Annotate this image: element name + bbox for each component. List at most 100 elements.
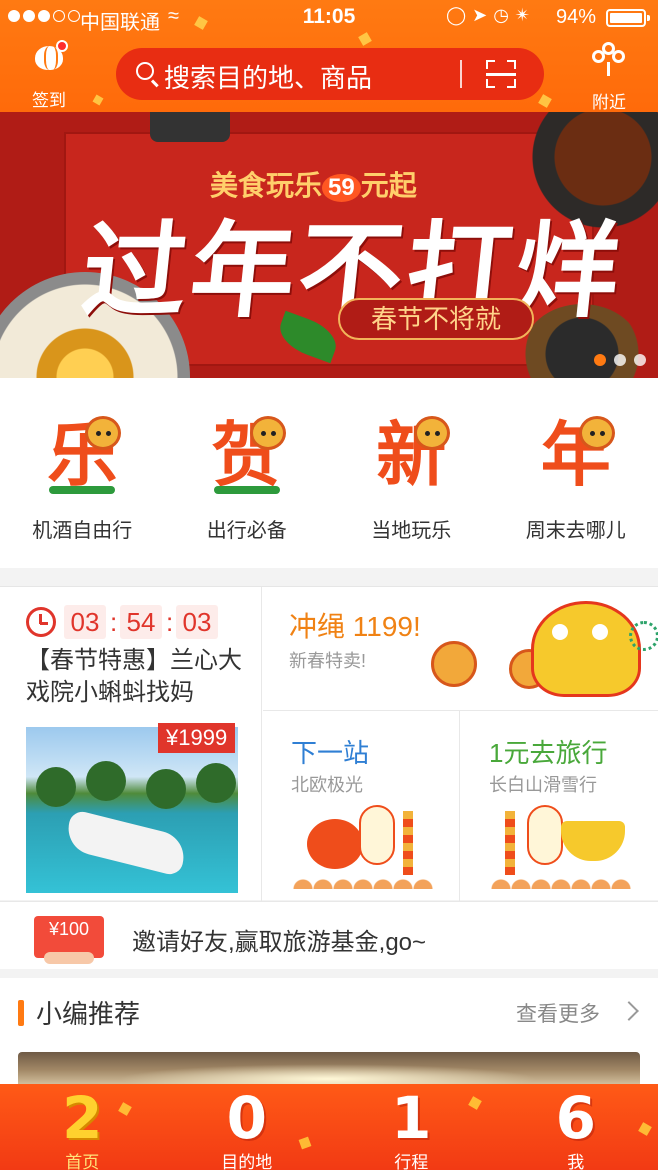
search-icon [136, 62, 154, 80]
confetti-decoration [538, 94, 552, 108]
category-travel-essentials[interactable]: 贺 出行必备 [165, 378, 330, 568]
deals-section: 03 : 54 : 03 【春节特惠】兰心大戏院小蝌蚪找妈 ¥1999 冲绳 1… [0, 586, 658, 901]
nearby-button[interactable]: 附近 [576, 42, 642, 112]
monkey-face [249, 416, 286, 450]
monkey-face [578, 416, 615, 450]
promo-card-title: 1元去旅行 [489, 738, 608, 768]
monkey-face [414, 416, 451, 450]
chevron-right-icon[interactable] [619, 1001, 639, 1021]
one-yuan-travel-card[interactable]: 1元去旅行 长白山滑雪行 [461, 711, 658, 901]
firecracker-illustration [403, 811, 413, 875]
gold-ingot-illustration [561, 821, 625, 861]
flash-deal-price: ¥1999 [158, 723, 236, 753]
category-weekend[interactable]: 年 周末去哪儿 [494, 378, 658, 568]
tab-label: 行程 [394, 1153, 429, 1170]
section-title: 小编推荐 [36, 999, 141, 1029]
promo-card-title: 下一站 [291, 738, 370, 768]
pool-float [62, 809, 190, 877]
category-label: 机酒自由行 [32, 520, 133, 542]
tab-destination[interactable]: 0 目的地 [165, 1084, 330, 1170]
category-label: 出行必备 [206, 520, 287, 542]
search-divider [460, 60, 462, 88]
invite-text: 邀请好友,赢取旅游基金,go~ [132, 929, 427, 956]
countdown-separator: : [166, 607, 174, 637]
character-illustration [527, 805, 563, 865]
countdown-seconds: 03 [176, 605, 218, 639]
nearby-label: 附近 [592, 93, 626, 112]
category-flight-hotel[interactable]: 乐 机酒自由行 [0, 378, 165, 568]
tab-itinerary-icon: 1 [391, 1084, 432, 1152]
icon-accent [49, 486, 116, 494]
invite-banner[interactable]: ¥100 邀请好友,赢取旅游基金,go~ [0, 901, 658, 969]
category-label: 周末去哪儿 [525, 520, 626, 542]
carousel-dot [594, 354, 606, 366]
category-nav: 乐 机酒自由行 贺 出行必备 新 当地玩乐 年 周末去哪儿 [0, 378, 658, 568]
tab-label: 目的地 [221, 1153, 273, 1170]
aurora-promo-card[interactable]: 下一站 北欧极光 [263, 711, 460, 901]
scan-qr-icon[interactable] [486, 60, 516, 88]
lion-dance-illustration [531, 601, 641, 697]
palm-tree [86, 761, 126, 801]
monkey-face [85, 416, 122, 450]
wave-decoration [491, 871, 631, 889]
lantern-icon [32, 40, 68, 72]
countdown-hours: 03 [64, 605, 106, 639]
tab-label: 我 [567, 1153, 585, 1170]
wave-decoration [293, 871, 433, 889]
see-more-link[interactable]: 查看更多 [516, 998, 600, 1028]
carousel-dot [614, 354, 626, 366]
category-local-fun[interactable]: 新 当地玩乐 [329, 378, 494, 568]
category-label: 当地玩乐 [371, 520, 452, 542]
status-bar: 中国联通 ≈ 11:05 ◯➤◷✴ 94% [0, 0, 658, 36]
palm-tree [146, 769, 186, 809]
monkey-he-icon: 贺 [204, 412, 290, 498]
clock-icon [26, 607, 56, 637]
bottom-tab-bar: 2 首页 0 目的地 1 行程 6 我 [0, 1084, 658, 1170]
monkey-xin-icon: 新 [368, 412, 454, 498]
monkey-nian-icon: 年 [533, 412, 619, 498]
editor-recommend-section: 小编推荐 查看更多 [0, 970, 658, 1112]
battery-percent: 94% [556, 6, 597, 28]
tab-me[interactable]: 6 我 [494, 1084, 658, 1170]
tab-label: 首页 [65, 1153, 100, 1170]
palm-tree [36, 767, 76, 807]
top-header: 中国联通 ≈ 11:05 ◯➤◷✴ 94% 签到 搜索目的地、商品 附近 [0, 0, 658, 112]
palm-tree [196, 763, 236, 803]
red-lantern-illustration [307, 819, 363, 869]
banner-tagline: 春节不将就 [338, 298, 534, 340]
tab-home[interactable]: 2 首页 [0, 1084, 165, 1170]
tab-itinerary[interactable]: 1 行程 [329, 1084, 494, 1170]
confetti-decoration [92, 94, 104, 106]
search-bar[interactable]: 搜索目的地、商品 [116, 48, 544, 100]
tab-home-icon: 2 [62, 1084, 103, 1152]
checkin-label: 签到 [32, 91, 66, 110]
red-envelope-icon: ¥100 [34, 916, 104, 964]
checkin-button[interactable]: 签到 [14, 40, 84, 111]
search-placeholder: 搜索目的地、商品 [164, 63, 373, 93]
food-plate-image [150, 112, 230, 142]
status-icons: ◯➤◷✴ [446, 5, 537, 25]
promo-card-subtitle: 长白山滑雪行 [489, 775, 597, 795]
icon-accent [213, 486, 280, 494]
countdown-separator: : [110, 607, 118, 637]
tab-destination-icon: 0 [226, 1084, 267, 1152]
promo-card-subtitle: 北欧极光 [291, 775, 363, 795]
firecracker-illustration [505, 811, 515, 875]
section-accent-bar [18, 1000, 24, 1026]
promo-title: 冲绳 1199! [289, 611, 421, 642]
character-illustration [359, 805, 395, 865]
flash-deal-card[interactable]: 03 : 54 : 03 【春节特惠】兰心大戏院小蝌蚪找妈 ¥1999 [0, 587, 262, 901]
tab-me-icon: 6 [555, 1084, 596, 1152]
monkey-le-icon: 乐 [39, 412, 125, 498]
firework-decoration [629, 621, 658, 651]
carousel-dot [634, 354, 646, 366]
countdown-minutes: 54 [120, 605, 162, 639]
promo-banner[interactable]: 美食玩乐 59 元起 过年不打烊 春节不将就 [0, 112, 658, 378]
battery-icon [606, 9, 650, 27]
carousel-indicator [594, 354, 646, 366]
chinese-knot-icon [592, 42, 626, 76]
monkey-illustration [431, 641, 477, 687]
flash-deal-title: 【春节特惠】兰心大戏院小蝌蚪找妈 [26, 647, 242, 706]
promo-subtitle: 新春特卖! [289, 651, 367, 671]
okinawa-promo-card[interactable]: 冲绳 1199! 新春特卖! [263, 587, 658, 711]
